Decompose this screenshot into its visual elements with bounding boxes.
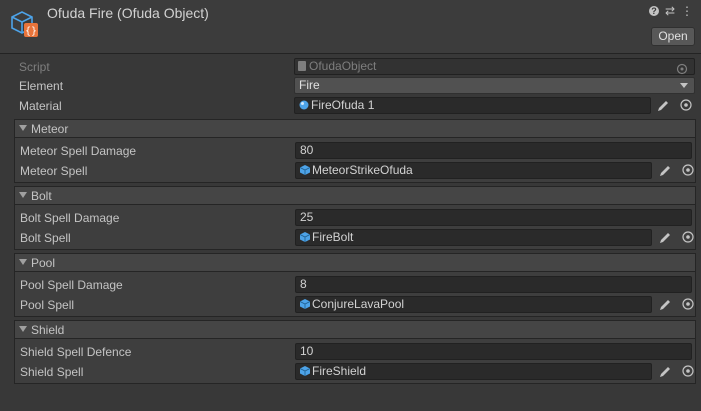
spell-object-field[interactable]: FireBolt bbox=[295, 229, 652, 246]
value-input[interactable]: 80 bbox=[295, 142, 692, 159]
spell-label: Bolt Spell bbox=[20, 231, 71, 245]
foldout-label: Shield bbox=[31, 323, 65, 337]
help-icon[interactable]: ? bbox=[648, 6, 659, 16]
prefab-cube-icon bbox=[299, 365, 311, 376]
spell-value: ConjureLavaPool bbox=[312, 297, 405, 311]
prefab-cube-icon bbox=[299, 164, 311, 175]
bolt-spell-row: Bolt Spell FireBolt bbox=[20, 228, 696, 248]
element-label: Element bbox=[19, 79, 64, 93]
scriptable-object-icon: {} bbox=[11, 11, 38, 37]
value-label: Meteor Spell Damage bbox=[20, 144, 137, 158]
open-button[interactable]: Open bbox=[651, 27, 695, 46]
foldout-triangle-icon bbox=[19, 259, 27, 265]
spell-label: Shield Spell bbox=[20, 365, 84, 379]
script-label: Script bbox=[19, 60, 50, 74]
edit-pencil-icon[interactable] bbox=[658, 365, 672, 379]
script-value: OfudaObject bbox=[309, 59, 377, 73]
value-label: Shield Spell Defence bbox=[20, 345, 132, 359]
material-sphere-icon bbox=[299, 99, 309, 110]
prefab-cube-icon bbox=[299, 298, 311, 309]
spell-object-field[interactable]: ConjureLavaPool bbox=[295, 296, 652, 313]
inspector-header: {} Ofuda Fire (Ofuda Object) ? ⇄ ⋮ Open bbox=[0, 0, 701, 54]
foldout-shield[interactable]: Shield bbox=[14, 320, 696, 339]
script-picker-icon bbox=[676, 63, 688, 75]
spell-value: MeteorStrikeOfuda bbox=[312, 163, 413, 177]
script-field: OfudaObject bbox=[294, 58, 695, 75]
edit-pencil-icon[interactable] bbox=[658, 231, 672, 245]
object-picker-icon[interactable] bbox=[682, 164, 694, 176]
value-input[interactable]: 10 bbox=[295, 343, 692, 360]
edit-pencil-icon[interactable] bbox=[658, 298, 672, 312]
bolt-value-row: Bolt Spell Damage 25 bbox=[20, 208, 696, 228]
spell-object-field[interactable]: FireShield bbox=[295, 363, 652, 380]
foldout-label: Pool bbox=[31, 256, 56, 270]
inspector-title: Ofuda Fire (Ofuda Object) bbox=[47, 5, 209, 21]
pool-value-row: Pool Spell Damage 8 bbox=[20, 275, 696, 295]
element-dropdown[interactable]: Fire bbox=[294, 77, 695, 94]
foldout-meteor[interactable]: Meteor bbox=[14, 119, 696, 138]
shield-spell-row: Shield Spell FireShield bbox=[20, 362, 696, 382]
material-value: FireOfuda 1 bbox=[311, 98, 375, 112]
element-row: Element Fire bbox=[19, 76, 695, 96]
more-menu-icon[interactable]: ⋮ bbox=[681, 4, 693, 18]
material-field[interactable]: FireOfuda 1 bbox=[294, 97, 651, 114]
foldout-triangle-icon bbox=[19, 326, 27, 332]
value-label: Bolt Spell Damage bbox=[20, 211, 120, 225]
material-label: Material bbox=[19, 99, 62, 113]
preset-icon[interactable]: ⇄ bbox=[665, 4, 675, 18]
header-icon-bar: ? ⇄ ⋮ bbox=[648, 4, 693, 18]
spell-value: FireBolt bbox=[312, 230, 354, 244]
script-row: Script OfudaObject bbox=[19, 57, 695, 77]
object-picker-icon[interactable] bbox=[682, 365, 694, 377]
value-input[interactable]: 25 bbox=[295, 209, 692, 226]
spell-value: FireShield bbox=[312, 364, 367, 378]
edit-pencil-icon[interactable] bbox=[658, 164, 672, 178]
spell-object-field[interactable]: MeteorStrikeOfuda bbox=[295, 162, 652, 179]
spell-label: Meteor Spell bbox=[20, 164, 88, 178]
script-file-icon bbox=[297, 60, 307, 71]
foldout-triangle-icon bbox=[19, 192, 27, 198]
shield-value-row: Shield Spell Defence 10 bbox=[20, 342, 696, 362]
object-picker-icon[interactable] bbox=[682, 298, 694, 310]
foldout-label: Meteor bbox=[31, 122, 69, 136]
pool-spell-row: Pool Spell ConjureLavaPool bbox=[20, 295, 696, 315]
foldout-bolt[interactable]: Bolt bbox=[14, 186, 696, 205]
value-input[interactable]: 8 bbox=[295, 276, 692, 293]
spell-label: Pool Spell bbox=[20, 298, 75, 312]
object-picker-icon[interactable] bbox=[682, 231, 694, 243]
svg-text:{}: {} bbox=[25, 26, 37, 37]
edit-pencil-icon[interactable] bbox=[656, 99, 670, 113]
foldout-label: Bolt bbox=[31, 189, 52, 203]
prefab-cube-icon bbox=[299, 231, 311, 242]
foldout-pool[interactable]: Pool bbox=[14, 253, 696, 272]
meteor-spell-row: Meteor Spell MeteorStrikeOfuda bbox=[20, 161, 696, 181]
object-picker-icon[interactable] bbox=[680, 99, 692, 111]
meteor-value-row: Meteor Spell Damage 80 bbox=[20, 141, 696, 161]
element-value: Fire bbox=[299, 78, 320, 92]
chevron-down-icon bbox=[680, 83, 688, 88]
foldout-triangle-icon bbox=[19, 125, 27, 131]
value-label: Pool Spell Damage bbox=[20, 278, 123, 292]
material-row: Material FireOfuda 1 bbox=[19, 96, 695, 116]
